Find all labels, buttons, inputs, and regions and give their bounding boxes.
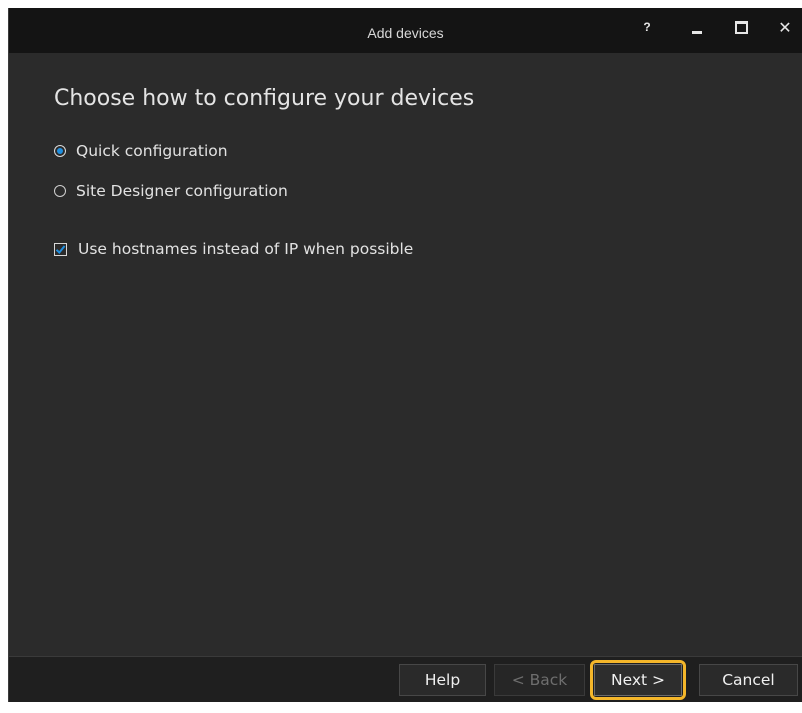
use-hostnames-label[interactable]: Use hostnames instead of IP when possibl… xyxy=(78,240,413,258)
title-bar[interactable]: Add devices ? ✕ xyxy=(9,8,802,53)
help-icon[interactable]: ? xyxy=(627,12,667,42)
cancel-button[interactable]: Cancel xyxy=(699,664,798,696)
next-button[interactable]: Next > xyxy=(594,664,682,696)
help-button[interactable]: Help xyxy=(399,664,486,696)
use-hostnames-checkbox[interactable]: Use hostnames instead of IP when possibl… xyxy=(54,240,413,258)
maximize-icon[interactable] xyxy=(721,12,761,42)
dialog-footer: Help < Back Next > Cancel xyxy=(9,656,802,702)
site-designer-configuration-radio[interactable]: Site Designer configuration xyxy=(54,182,288,200)
site-designer-configuration-label[interactable]: Site Designer configuration xyxy=(76,182,288,200)
page-heading: Choose how to configure your devices xyxy=(54,86,475,111)
checkbox-checked-icon[interactable] xyxy=(54,242,67,256)
quick-configuration-label[interactable]: Quick configuration xyxy=(76,142,228,160)
radio-selected-icon[interactable] xyxy=(54,145,66,157)
close-icon[interactable]: ✕ xyxy=(765,12,802,42)
add-devices-dialog: Add devices ? ✕ Choose how to configure … xyxy=(8,8,802,702)
quick-configuration-radio[interactable]: Quick configuration xyxy=(54,142,228,160)
radio-unselected-icon[interactable] xyxy=(54,185,66,197)
minimize-icon[interactable] xyxy=(677,12,717,42)
back-button[interactable]: < Back xyxy=(494,664,585,696)
